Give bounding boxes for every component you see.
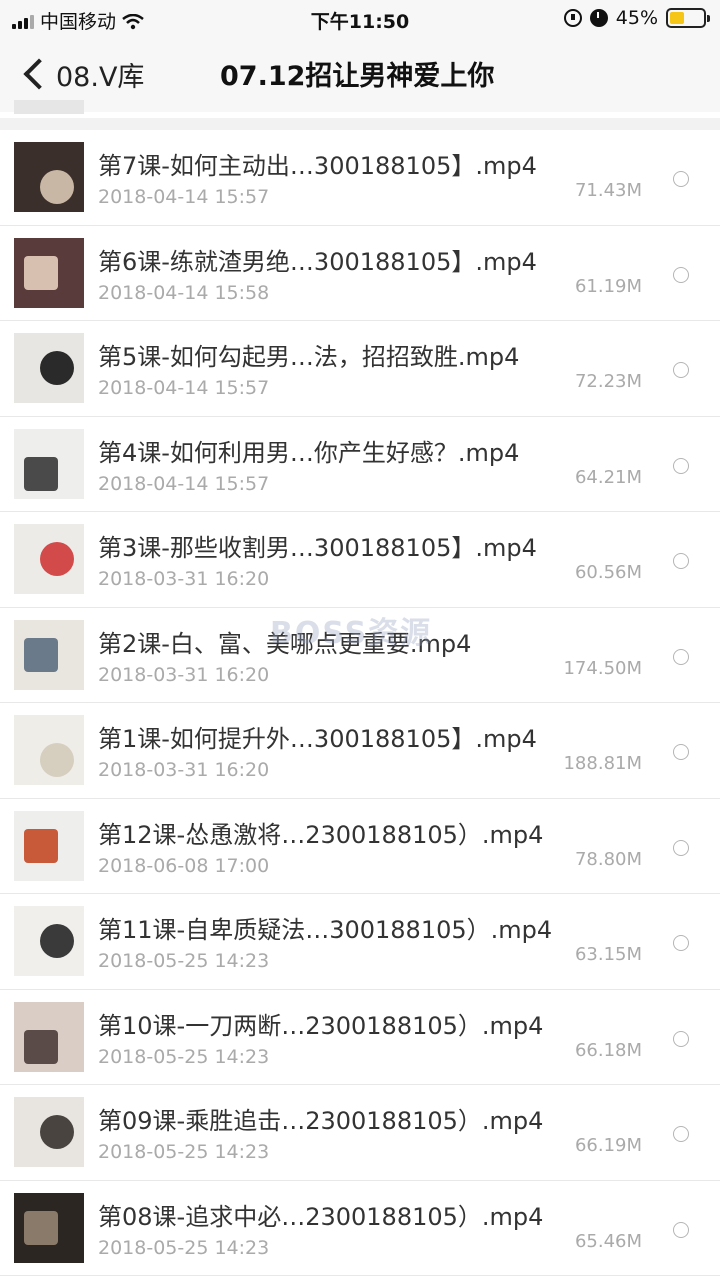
file-date: 2018-04-14 15:57 <box>98 186 270 208</box>
select-radio[interactable] <box>673 839 689 856</box>
video-thumbnail <box>14 142 84 212</box>
status-bar: 中国移动 下午11:50 45% <box>0 0 720 36</box>
file-date: 2018-05-25 14:23 <box>98 1141 270 1163</box>
video-thumbnail <box>14 715 84 785</box>
file-row[interactable]: 第3课-那些收割男…300188105】.mp4 2018-03-31 16:20… <box>0 512 720 608</box>
file-size: 66.18M <box>574 1039 642 1061</box>
alarm-icon <box>589 9 608 27</box>
select-radio[interactable] <box>673 553 689 569</box>
file-date: 2018-04-14 15:57 <box>98 472 270 495</box>
file-name: 第6课-练就渣男绝…300188105】.mp4 <box>98 247 537 276</box>
file-name: 第12课-怂恿激将…2300188105）.mp4 <box>98 820 544 849</box>
file-name: 第2课-白、富、美哪点更重要.mp4 <box>98 629 472 658</box>
select-radio[interactable] <box>673 744 689 760</box>
file-row[interactable]: 第09课-乘胜追击…2300188105）.mp4 2018-05-25 14:2… <box>0 1085 720 1181</box>
select-radio[interactable] <box>673 266 689 283</box>
video-thumbnail <box>14 1192 84 1263</box>
file-row[interactable]: 第6课-练就渣男绝…300188105】.mp4 2018-04-14 15:58… <box>0 225 720 321</box>
file-name: 第11课-自卑质疑法…300188105）.mp4 <box>98 916 553 944</box>
file-size: 64.21M <box>574 466 642 488</box>
video-thumbnail <box>14 333 84 403</box>
file-name: 第4课-如何利用男…你产生好感？.mp4 <box>98 438 520 467</box>
select-radio[interactable] <box>673 171 689 187</box>
file-row[interactable]: 第11课-自卑质疑法…300188105）.mp4 2018-05-25 14:2… <box>0 894 720 990</box>
file-name: 第1课-如何提升外…300188105】.mp4 <box>98 725 537 753</box>
select-radio[interactable] <box>673 457 689 474</box>
file-name: 第3课-那些收割男…300188105】.mp4 <box>98 534 537 562</box>
file-name: 第5课-如何勾起男…法，招招致胜.mp4 <box>98 343 520 371</box>
video-thumbnail <box>14 906 84 976</box>
file-row[interactable]: 第4课-如何利用男…你产生好感？.mp4 2018-04-14 15:57 64.2… <box>0 416 720 512</box>
file-date: 2018-03-31 16:20 <box>98 568 270 590</box>
file-row[interactable]: 第08课-追求中必…2300188105）.mp4 2018-05-25 14:2… <box>0 1180 720 1276</box>
video-thumbnail <box>14 810 84 881</box>
nav-bar: 08.V库 07.12招让男神爱上你 <box>0 36 720 112</box>
file-row[interactable]: 第7课-如何主动出…300188105】.mp4 2018-04-14 15:57… <box>0 130 720 226</box>
file-size: 174.50M <box>563 657 642 679</box>
battery-icon <box>666 8 710 28</box>
file-row[interactable]: 第2课-白、富、美哪点更重要.mp4 2018-03-31 16:20 174.50… <box>0 607 720 703</box>
select-radio[interactable] <box>673 1221 689 1238</box>
partial-row-thumbnail <box>14 100 84 114</box>
file-size: 65.46M <box>574 1230 642 1252</box>
file-name: 第7课-如何主动出…300188105】.mp4 <box>98 152 537 180</box>
file-date: 2018-03-31 16:20 <box>98 759 270 781</box>
chevron-left-icon <box>23 58 55 90</box>
back-button[interactable]: 08.V库 <box>20 52 144 96</box>
battery-percent: 45% <box>615 7 658 29</box>
file-size: 71.43M <box>574 180 642 201</box>
file-name: 第10课-一刀两断…2300188105）.mp4 <box>98 1011 544 1040</box>
file-row[interactable]: 第12课-怂恿激将…2300188105）.mp4 2018-06-08 17:0… <box>0 798 720 894</box>
video-thumbnail <box>14 1097 84 1167</box>
select-radio[interactable] <box>673 362 689 378</box>
video-thumbnail <box>14 524 84 594</box>
select-radio[interactable] <box>673 1126 689 1142</box>
file-row[interactable]: 第1课-如何提升外…300188105】.mp4 2018-03-31 16:20… <box>0 703 720 799</box>
file-date: 2018-05-25 14:23 <box>98 1236 270 1259</box>
orientation-lock-icon <box>563 9 582 27</box>
file-date: 2018-05-25 14:23 <box>98 950 270 972</box>
file-size: 78.80M <box>574 848 642 870</box>
video-thumbnail <box>14 1001 84 1072</box>
page-title: 07.12招让男神爱上你 <box>220 61 495 92</box>
file-size: 63.15M <box>574 944 642 965</box>
select-radio[interactable] <box>673 935 689 951</box>
back-label: 08.V库 <box>56 61 145 93</box>
video-thumbnail <box>14 619 84 690</box>
file-row[interactable]: 第5课-如何勾起男…法，招招致胜.mp4 2018-04-14 15:57 72.2… <box>0 321 720 417</box>
file-name: 第08课-追求中必…2300188105）.mp4 <box>98 1202 544 1231</box>
select-radio[interactable] <box>673 648 689 665</box>
file-size: 188.81M <box>563 753 642 774</box>
status-right: 45% <box>563 7 710 29</box>
file-date: 2018-04-14 15:57 <box>98 377 270 399</box>
file-size: 61.19M <box>574 275 642 297</box>
file-size: 60.56M <box>574 562 642 583</box>
file-date: 2018-04-14 15:58 <box>98 281 270 304</box>
file-date: 2018-05-25 14:23 <box>98 1045 270 1068</box>
file-date: 2018-06-08 17:00 <box>98 854 270 877</box>
file-size: 66.19M <box>574 1135 642 1156</box>
video-thumbnail <box>14 428 84 499</box>
select-radio[interactable] <box>673 1030 689 1047</box>
file-date: 2018-03-31 16:20 <box>98 663 270 686</box>
file-row[interactable]: 第10课-一刀两断…2300188105）.mp4 2018-05-25 14:2… <box>0 989 720 1085</box>
video-thumbnail <box>14 237 84 308</box>
file-name: 第09课-乘胜追击…2300188105）.mp4 <box>98 1107 544 1135</box>
file-size: 72.23M <box>574 371 642 392</box>
divider <box>0 118 720 130</box>
file-list: 第7课-如何主动出…300188105】.mp4 2018-04-14 15:57… <box>0 130 720 1276</box>
